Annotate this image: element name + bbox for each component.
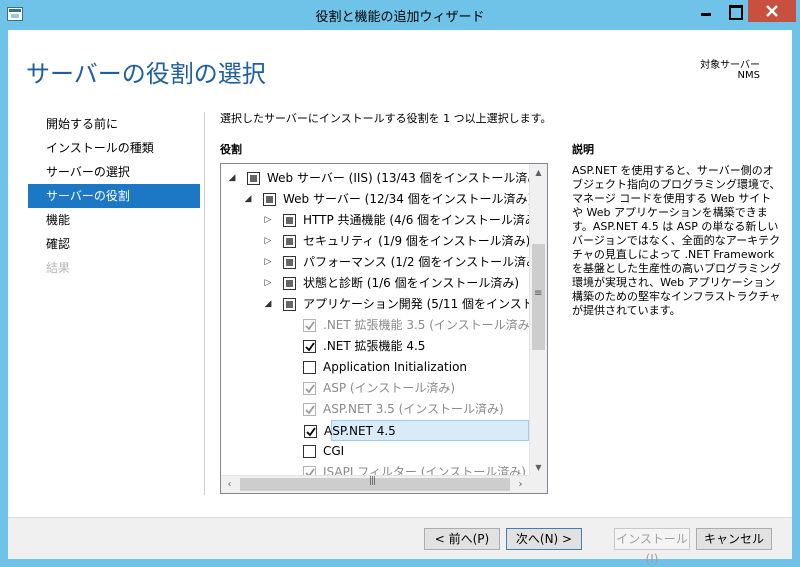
checkmark-icon	[306, 427, 316, 437]
role-label: .NET 拡張機能 3.5 (インストール済み)	[323, 318, 529, 332]
role-checkbox[interactable]	[247, 172, 260, 185]
scroll-right-icon[interactable]: ›	[512, 476, 529, 493]
roles-tree-viewport: ◢ Web サーバー (IIS) (13/43 個をインストール済み) ◢ Web サ…	[221, 164, 529, 476]
expanded-arrow-icon[interactable]: ◢	[227, 168, 237, 189]
tree-row[interactable]: CGI	[221, 441, 529, 462]
scroll-left-icon[interactable]: ‹	[221, 476, 238, 493]
role-label: HTTP 共通機能 (4/6 個をインストール済み)	[303, 213, 529, 227]
tree-row[interactable]: Application Initialization	[221, 357, 529, 378]
next-button[interactable]: 次へ(N) >	[506, 528, 582, 550]
role-label: ASP.NET 3.5 (インストール済み)	[323, 402, 504, 416]
nav-item-before-you-begin[interactable]: 開始する前に	[28, 112, 200, 136]
role-label: アプリケーション開発 (5/11 個をインストール済み)	[303, 297, 529, 311]
role-checkbox[interactable]	[283, 214, 296, 227]
target-server-label: 対象サーバー	[700, 60, 760, 71]
tree-row[interactable]: ASP (インストール済み)	[221, 378, 529, 399]
role-checkbox	[303, 403, 316, 416]
tree-row[interactable]: .NET 拡張機能 4.5	[221, 336, 529, 357]
role-label: セキュリティ (1/9 個をインストール済み)	[303, 234, 529, 248]
scroll-up-icon[interactable]: ▲	[530, 164, 547, 181]
nav-item-features[interactable]: 機能	[28, 208, 200, 232]
tree-row[interactable]: ▷ 状態と診断 (1/6 個をインストール済み)	[221, 273, 529, 294]
horizontal-scrollbar[interactable]: ‹ ›	[221, 475, 529, 493]
role-label: CGI	[323, 444, 345, 458]
tree-row[interactable]: .NET 拡張機能 3.5 (インストール済み)	[221, 315, 529, 336]
collapsed-arrow-icon[interactable]: ▷	[263, 252, 273, 273]
minimize-button[interactable]	[692, 0, 720, 22]
role-label: パフォーマンス (1/2 個をインストール済み)	[303, 255, 529, 269]
previous-button[interactable]: < 前へ(P)	[424, 528, 500, 550]
title-bar[interactable]: 役割と機能の追加ウィザード	[0, 0, 800, 30]
role-checkbox	[303, 382, 316, 395]
tree-row[interactable]: ◢ アプリケーション開発 (5/11 個をインストール済み)	[221, 294, 529, 315]
install-button: インストール(I)	[614, 528, 690, 566]
maximize-button[interactable]	[720, 0, 748, 22]
role-label: ASP.NET 4.5	[324, 424, 396, 438]
checkmark-icon	[305, 342, 315, 352]
vertical-scrollbar[interactable]: ▲ ▼	[529, 164, 547, 476]
description-text: ASP.NET を使用すると、サーバー側のオブジェクト指向のプログラミング環境で…	[572, 164, 781, 317]
collapsed-arrow-icon[interactable]: ▷	[263, 231, 273, 252]
nav-item-confirmation[interactable]: 確認	[28, 232, 200, 256]
role-checkbox[interactable]	[263, 193, 276, 206]
role-checkbox[interactable]	[283, 256, 296, 269]
scroll-corner	[529, 475, 547, 493]
wizard-nav: 開始する前に インストールの種類 サーバーの選択 サーバーの役割 機能 確認 結…	[28, 112, 200, 280]
role-label: .NET 拡張機能 4.5	[323, 339, 426, 353]
vertical-scroll-thumb[interactable]	[532, 244, 545, 350]
role-checkbox[interactable]	[303, 340, 316, 353]
role-label: ISAPI フィルター (インストール済み)	[323, 465, 526, 476]
collapsed-arrow-icon[interactable]: ▷	[263, 273, 273, 294]
nav-item-results: 結果	[46, 261, 71, 275]
roles-tree[interactable]: ◢ Web サーバー (IIS) (13/43 個をインストール済み) ◢ Web サ…	[220, 163, 548, 494]
page-title: サーバーの役割の選択	[26, 60, 266, 88]
role-label: Web サーバー (12/34 個をインストール済み)	[283, 192, 529, 206]
expanded-arrow-icon[interactable]: ◢	[243, 189, 253, 210]
roles-heading: 役割	[220, 143, 242, 156]
tree-row[interactable]: ◢ Web サーバー (IIS) (13/43 個をインストール済み)	[221, 168, 529, 189]
role-checkbox[interactable]	[304, 425, 317, 438]
wizard-body: サーバーの役割の選択 対象サーバー NMS 開始する前に インストールの種類 サ…	[8, 30, 792, 566]
role-checkbox[interactable]	[283, 277, 296, 290]
checkmark-icon	[305, 405, 315, 415]
tree-row[interactable]: ISAPI フィルター (インストール済み)	[221, 462, 529, 476]
role-checkbox[interactable]	[303, 361, 316, 374]
close-button[interactable]	[748, 0, 796, 22]
collapsed-arrow-icon[interactable]: ▷	[263, 210, 273, 231]
description-heading: 説明	[572, 143, 594, 156]
expanded-arrow-icon[interactable]: ◢	[263, 294, 273, 315]
role-checkbox	[303, 319, 316, 332]
nav-item-installation-type[interactable]: インストールの種類	[28, 136, 200, 160]
nav-item-server-selection[interactable]: サーバーの選択	[28, 160, 200, 184]
wizard-window: 役割と機能の追加ウィザード サーバーの役割の選択 対象サーバー NMS 開始する…	[0, 0, 800, 567]
target-server-value: NMS	[737, 70, 760, 81]
tree-row[interactable]: ▷ HTTP 共通機能 (4/6 個をインストール済み)	[221, 210, 529, 231]
wizard-footer: < 前へ(P) 次へ(N) > インストール(I) キャンセル	[8, 517, 792, 566]
nav-divider	[204, 112, 205, 495]
tree-row[interactable]: ◢ Web サーバー (12/34 個をインストール済み)	[221, 189, 529, 210]
role-checkbox[interactable]	[303, 445, 316, 458]
tree-row[interactable]: ▷ セキュリティ (1/9 個をインストール済み)	[221, 231, 529, 252]
role-label: Application Initialization	[323, 360, 468, 374]
tree-row-selected[interactable]: ASP.NET 4.5	[304, 420, 529, 441]
close-icon	[766, 5, 778, 17]
scroll-down-icon[interactable]: ▼	[530, 459, 547, 476]
role-checkbox[interactable]	[283, 235, 296, 248]
nav-item-server-roles[interactable]: サーバーの役割	[28, 184, 200, 208]
role-label: ASP (インストール済み)	[323, 381, 456, 395]
cancel-button[interactable]: キャンセル	[696, 528, 772, 550]
tree-row[interactable]: ASP.NET 3.5 (インストール済み)	[221, 399, 529, 420]
horizontal-scroll-thumb[interactable]	[240, 476, 510, 491]
role-label: Web サーバー (IIS) (13/43 個をインストール済み)	[267, 171, 529, 185]
role-label: 状態と診断 (1/6 個をインストール済み)	[303, 276, 520, 290]
checkmark-icon	[305, 321, 315, 331]
window-title: 役割と機能の追加ウィザード	[315, 10, 485, 25]
role-checkbox[interactable]	[283, 298, 296, 311]
tree-row[interactable]: ▷ パフォーマンス (1/2 個をインストール済み)	[221, 252, 529, 273]
instruction-text: 選択したサーバーにインストールする役割を 1 つ以上選択します。	[220, 112, 552, 125]
checkmark-icon	[305, 384, 315, 394]
